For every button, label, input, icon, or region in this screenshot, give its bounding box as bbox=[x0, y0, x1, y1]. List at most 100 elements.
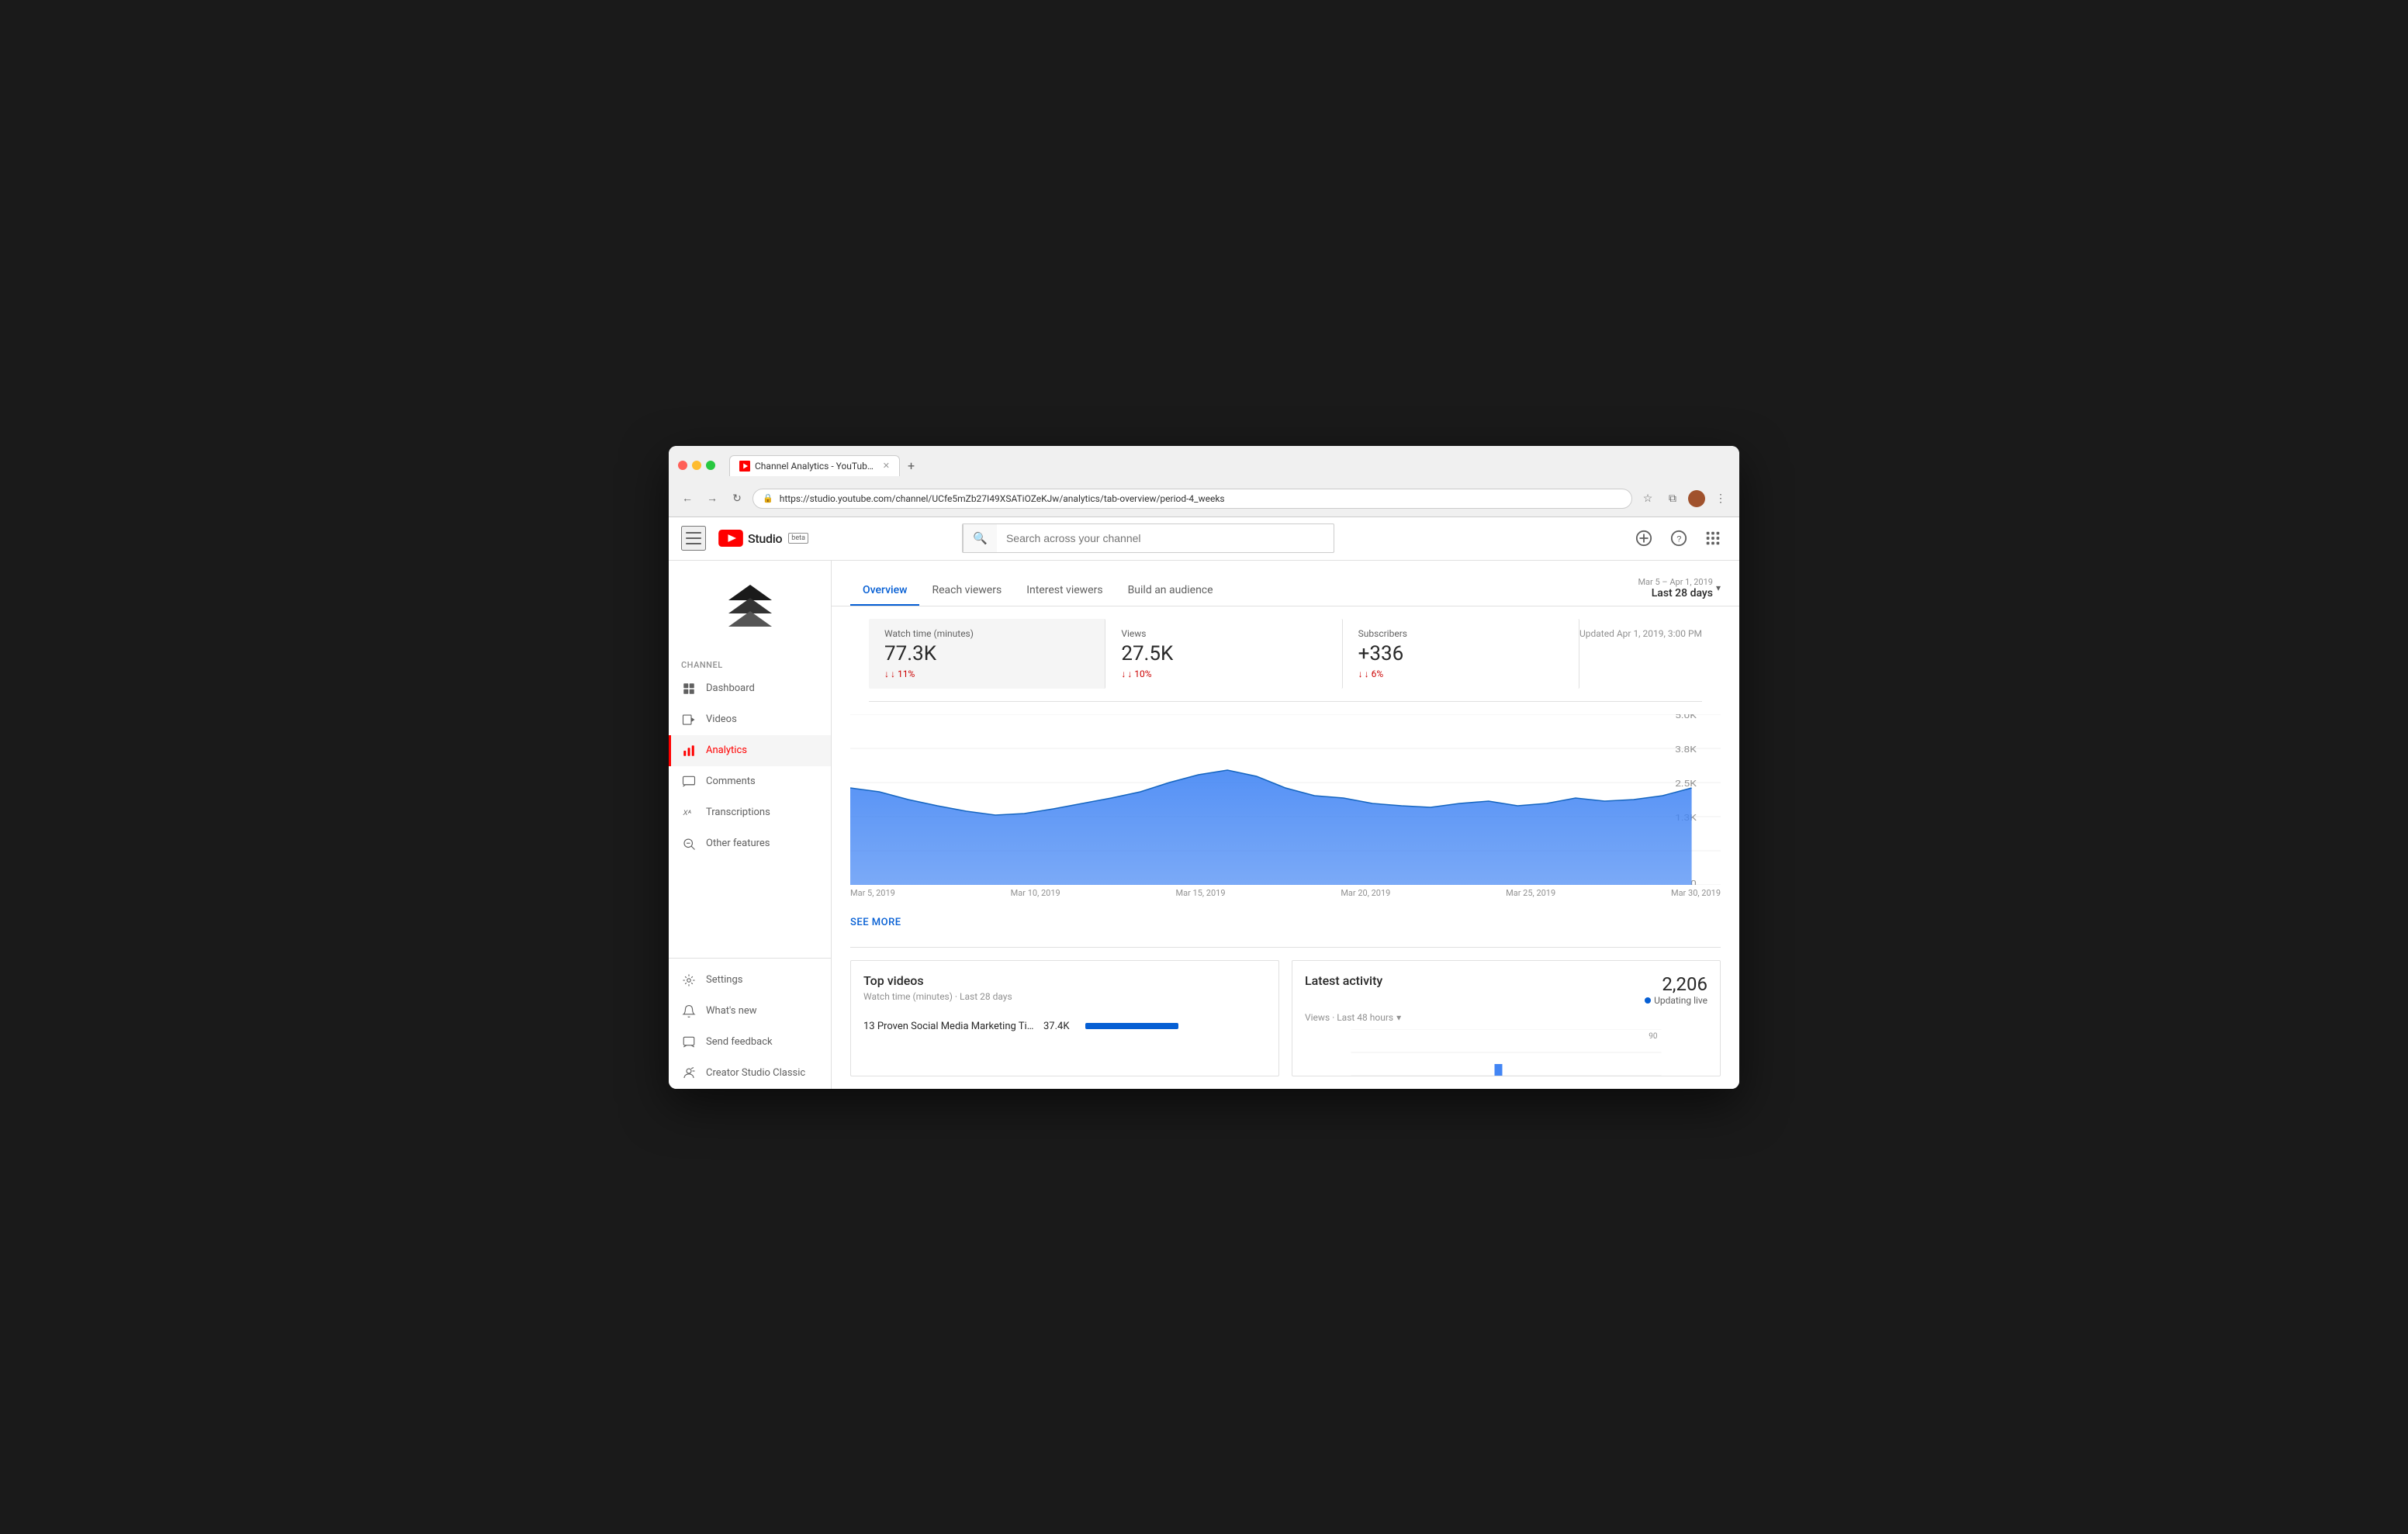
tab-close-button[interactable]: ✕ bbox=[883, 461, 890, 471]
settings-label: Settings bbox=[706, 974, 742, 986]
sidebar-item-settings[interactable]: Settings bbox=[669, 965, 831, 996]
section-divider bbox=[850, 947, 1721, 948]
tab-overview[interactable]: Overview bbox=[850, 576, 919, 606]
date-range-label: Mar 5 – Apr 1, 2019 bbox=[1638, 577, 1713, 587]
sidebar-item-comments[interactable]: Comments bbox=[669, 766, 831, 797]
address-bar[interactable]: 🔒 https://studio.youtube.com/channel/UCf… bbox=[752, 489, 1632, 509]
updated-text: Updated Apr 1, 2019, 3:00 PM bbox=[1579, 619, 1702, 648]
help-button[interactable]: ? bbox=[1665, 524, 1693, 552]
address-bar-row: ← → ↻ 🔒 https://studio.youtube.com/chann… bbox=[669, 484, 1739, 517]
new-tab-button[interactable]: + bbox=[900, 454, 922, 478]
browser-tabs: Channel Analytics - YouTube S ✕ + bbox=[729, 454, 1730, 478]
create-video-button[interactable] bbox=[1629, 523, 1659, 553]
video-row[interactable]: 13 Proven Social Media Marketing Tips f.… bbox=[863, 1014, 1266, 1038]
tab-reach-viewers[interactable]: Reach viewers bbox=[919, 576, 1014, 606]
tab-build-audience[interactable]: Build an audience bbox=[1116, 576, 1226, 606]
see-more-button[interactable]: SEE MORE bbox=[850, 910, 1721, 935]
maximize-button[interactable] bbox=[706, 461, 715, 470]
comments-icon bbox=[681, 774, 697, 789]
activity-header: Latest activity 2,206 Updating live bbox=[1292, 961, 1720, 1012]
sidebar-item-analytics[interactable]: Analytics bbox=[669, 735, 831, 766]
forward-button[interactable]: → bbox=[703, 489, 721, 508]
activity-chart: 90 bbox=[1305, 1029, 1707, 1076]
views-last-48-label: Views · Last 48 hours bbox=[1305, 1012, 1393, 1023]
subtitle-dropdown-icon[interactable]: ▾ bbox=[1396, 1012, 1401, 1023]
comments-label: Comments bbox=[706, 776, 756, 787]
date-range-picker[interactable]: Mar 5 – Apr 1, 2019 Last 28 days ▾ bbox=[1638, 577, 1721, 606]
tab-favicon bbox=[739, 461, 750, 472]
svg-text:3.8K: 3.8K bbox=[1675, 745, 1697, 755]
stats-subscribers[interactable]: Subscribers +336 ↓ ↓ 6% bbox=[1343, 619, 1579, 689]
app-container: Studio beta 🔍 bbox=[669, 517, 1739, 1089]
bottom-panels: Top videos Watch time (minutes) · Last 2… bbox=[850, 960, 1721, 1076]
x-label-3: Mar 20, 2019 bbox=[1341, 888, 1390, 898]
creator-studio-label: Creator Studio Classic bbox=[706, 1067, 805, 1079]
apps-button[interactable] bbox=[1699, 524, 1727, 552]
watch-time-change-pct: ↓ 11% bbox=[891, 669, 915, 679]
x-label-4: Mar 25, 2019 bbox=[1506, 888, 1555, 898]
x-label-0: Mar 5, 2019 bbox=[850, 888, 895, 898]
sidebar-item-whats-new[interactable]: What's new bbox=[669, 996, 831, 1027]
video-title: 13 Proven Social Media Marketing Tips f.… bbox=[863, 1021, 1034, 1032]
svg-text:2.5K: 2.5K bbox=[1675, 779, 1697, 789]
views-change-pct: ↓ 10% bbox=[1127, 669, 1151, 679]
activity-count-area: 2,206 Updating live bbox=[1645, 973, 1707, 1006]
svg-text:5.0K: 5.0K bbox=[1675, 714, 1697, 721]
youtube-logo bbox=[718, 530, 743, 547]
videos-label: Videos bbox=[706, 713, 737, 725]
stats-views[interactable]: Views 27.5K ↓ ↓ 10% bbox=[1105, 619, 1342, 689]
analytics-icon bbox=[681, 743, 697, 758]
bookmark-icon[interactable]: ☆ bbox=[1638, 489, 1657, 508]
chart-container: 5.0K 3.8K 2.5K 1.3K 0 bbox=[850, 714, 1721, 885]
subscribers-change-pct: ↓ 6% bbox=[1365, 669, 1384, 679]
titlebar: Channel Analytics - YouTube S ✕ + bbox=[669, 446, 1739, 484]
back-button[interactable]: ← bbox=[678, 489, 697, 508]
live-badge: Updating live bbox=[1645, 995, 1707, 1006]
sidebar-item-videos[interactable]: Videos bbox=[669, 704, 831, 735]
sidebar-item-other-features[interactable]: Other features bbox=[669, 828, 831, 859]
top-videos-subtitle: Watch time (minutes) · Last 28 days bbox=[863, 991, 1266, 1002]
menu-icon[interactable]: ⋮ bbox=[1711, 489, 1730, 508]
close-button[interactable] bbox=[678, 461, 687, 470]
whats-new-icon bbox=[681, 1004, 697, 1019]
top-videos-title: Top videos bbox=[863, 973, 1266, 988]
search-input[interactable] bbox=[997, 526, 1334, 551]
transcriptions-label: Transcriptions bbox=[706, 807, 770, 818]
top-videos-header: Top videos Watch time (minutes) · Last 2… bbox=[851, 961, 1278, 1008]
sidebar-item-transcriptions[interactable]: Xᴬ Transcriptions bbox=[669, 797, 831, 828]
yt-icon bbox=[718, 530, 743, 547]
layers-icon[interactable]: ⧉ bbox=[1663, 489, 1682, 508]
refresh-button[interactable]: ↻ bbox=[728, 489, 746, 508]
stats-section: Watch time (minutes) 77.3K ↓ ↓ 11% Views… bbox=[869, 619, 1702, 702]
browser-window: Channel Analytics - YouTube S ✕ + ← → ↻ … bbox=[669, 446, 1739, 1089]
chart-x-labels: Mar 5, 2019 Mar 10, 2019 Mar 15, 2019 Ma… bbox=[850, 885, 1721, 898]
hamburger-menu-button[interactable] bbox=[681, 526, 706, 551]
search-icon[interactable]: 🔍 bbox=[963, 524, 997, 552]
sidebar-item-creator-studio[interactable]: Creator Studio Classic bbox=[669, 1058, 831, 1089]
content-area: Overview Reach viewers Interest viewers … bbox=[832, 561, 1739, 1089]
svg-text:90: 90 bbox=[1649, 1032, 1658, 1041]
top-videos-content: 13 Proven Social Media Marketing Tips f.… bbox=[851, 1008, 1278, 1045]
stats-watch-time[interactable]: Watch time (minutes) 77.3K ↓ ↓ 11% bbox=[869, 619, 1105, 689]
sidebar-item-send-feedback[interactable]: Send feedback bbox=[669, 1027, 831, 1058]
tab-interest-viewers[interactable]: Interest viewers bbox=[1014, 576, 1115, 606]
logo-area: Studio beta bbox=[718, 530, 808, 547]
videos-icon bbox=[681, 712, 697, 727]
help-icon: ? bbox=[1670, 530, 1687, 547]
video-bar bbox=[1085, 1023, 1178, 1029]
window-controls bbox=[678, 461, 715, 470]
video-camera-icon bbox=[1635, 530, 1652, 547]
activity-chart-svg: 90 bbox=[1305, 1029, 1707, 1076]
arrow-down-icon: ↓ bbox=[1121, 669, 1126, 679]
user-avatar[interactable] bbox=[1688, 490, 1705, 507]
minimize-button[interactable] bbox=[692, 461, 701, 470]
chart-section: 5.0K 3.8K 2.5K 1.3K 0 bbox=[850, 702, 1721, 910]
active-tab[interactable]: Channel Analytics - YouTube S ✕ bbox=[729, 455, 900, 476]
send-feedback-icon bbox=[681, 1035, 697, 1050]
apps-icon bbox=[1704, 530, 1721, 547]
analytics-tabs: Overview Reach viewers Interest viewers … bbox=[850, 576, 1226, 606]
other-features-label: Other features bbox=[706, 838, 770, 849]
sidebar-item-dashboard[interactable]: Dashboard bbox=[669, 673, 831, 704]
search-bar[interactable]: 🔍 bbox=[962, 523, 1334, 553]
hamburger-line bbox=[686, 543, 701, 544]
